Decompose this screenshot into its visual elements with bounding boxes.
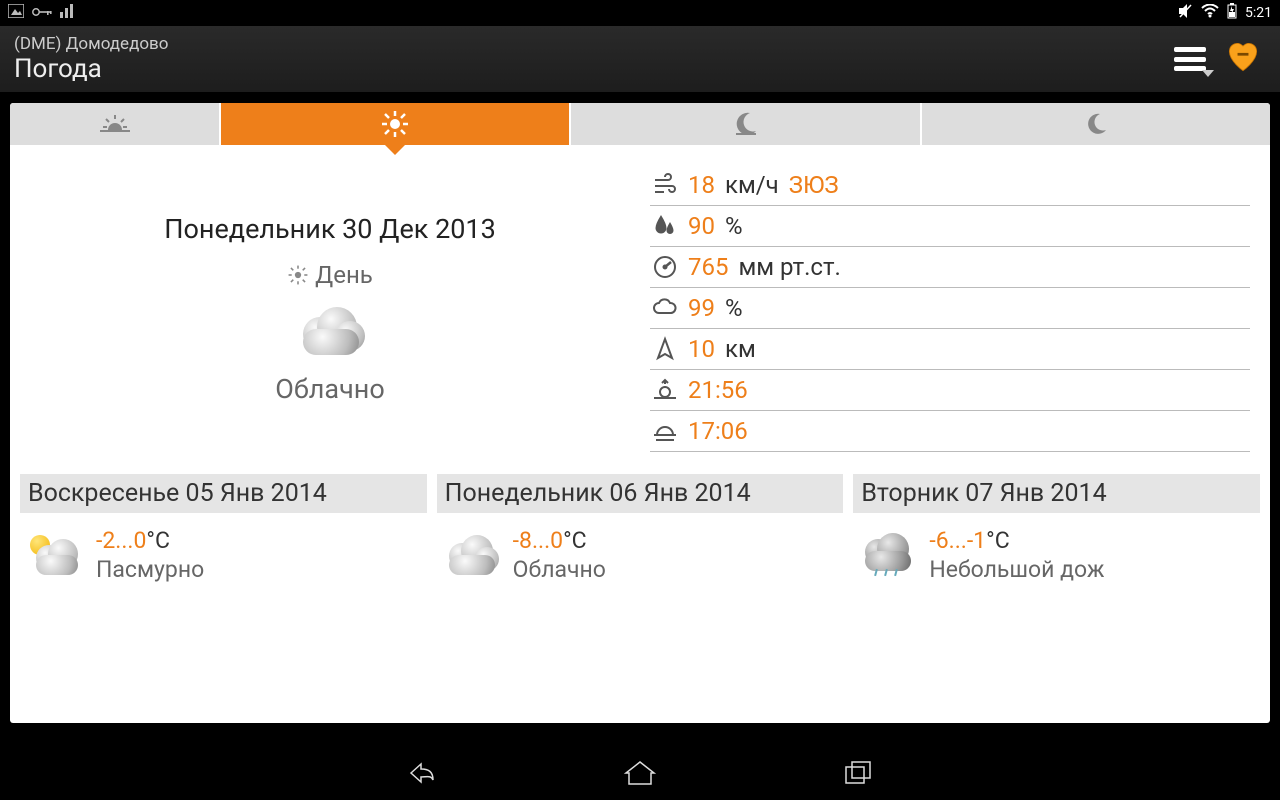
partly-cloudy-icon [26, 533, 82, 577]
forecast-temp: -8...0°C [513, 527, 606, 554]
clouds-value: 99 [688, 294, 715, 322]
detail-sunset: 17:06 [650, 411, 1250, 452]
detail-wind: 18 км/ч ЗЮЗ [650, 165, 1250, 206]
home-button[interactable] [621, 754, 659, 792]
tab-dawn[interactable] [10, 103, 221, 145]
forecast-condition: Небольшой дож [929, 556, 1104, 583]
forecast-temp: -2...0°C [96, 527, 204, 554]
status-right: 5:21 [1177, 3, 1272, 23]
wind-unit: км/ч [725, 171, 779, 199]
weather-details: 18 км/ч ЗЮЗ 90 % 765 мм рт.ст. 99 % [640, 165, 1260, 452]
weather-card: Понедельник 30 Дек 2013 День Облачно 18 … [10, 103, 1270, 723]
forecast-date: Понедельник 06 Янв 2014 [437, 474, 844, 513]
tab-evening[interactable] [571, 103, 921, 145]
back-button[interactable] [403, 754, 441, 792]
forecast-day[interactable]: Воскресенье 05 Янв 2014 -2...0°C Пасмурн… [20, 474, 427, 597]
forecast-temp: -6...-1°C [929, 527, 1104, 554]
favorite-icon[interactable] [1226, 42, 1260, 76]
image-icon [8, 4, 24, 22]
battery-icon [1227, 3, 1237, 23]
app-subtitle: (DME) Домодедово [14, 34, 168, 54]
detail-visibility: 10 км [650, 329, 1250, 370]
status-time: 5:21 [1245, 5, 1272, 21]
recent-apps-button[interactable] [839, 754, 877, 792]
sunset-time: 17:06 [688, 417, 748, 445]
status-left [8, 4, 74, 22]
bars-icon [60, 4, 74, 22]
forecast-condition: Пасмурно [96, 556, 204, 583]
detail-clouds: 99 % [650, 288, 1250, 329]
page-title: Погода [14, 54, 168, 84]
system-nav-bar [0, 746, 1280, 800]
humidity-value: 90 [688, 212, 715, 240]
forecast-row[interactable]: Воскресенье 05 Янв 2014 -2...0°C Пасмурн… [10, 460, 1270, 597]
forecast-date: Воскресенье 05 Янв 2014 [20, 474, 427, 513]
pressure-unit: мм рт.ст. [738, 253, 840, 281]
current-date: Понедельник 30 Дек 2013 [164, 213, 496, 245]
clouds-unit: % [725, 294, 743, 322]
pressure-value: 765 [688, 253, 728, 281]
menu-icon[interactable] [1174, 47, 1206, 71]
wind-dir: ЗЮЗ [789, 171, 839, 199]
status-bar: 5:21 [0, 0, 1280, 26]
mute-icon [1177, 3, 1193, 23]
forecast-condition: Облачно [513, 556, 606, 583]
rain-cloud-icon [859, 533, 915, 577]
current-weather-panel: Понедельник 30 Дек 2013 День Облачно [20, 165, 640, 452]
detail-pressure: 765 мм рт.ст. [650, 247, 1250, 288]
wifi-icon [1201, 4, 1219, 22]
current-period-label: День [315, 261, 373, 289]
current-condition: Облачно [275, 373, 384, 405]
cloud-icon [295, 305, 365, 357]
wind-value: 18 [688, 171, 715, 199]
detail-sunrise: 21:56 [650, 370, 1250, 411]
forecast-date: Вторник 07 Янв 2014 [853, 474, 1260, 513]
forecast-day[interactable]: Понедельник 06 Янв 2014 -8...0°C Облачно [437, 474, 844, 597]
tab-day[interactable] [221, 103, 571, 145]
cloudy-icon [443, 533, 499, 577]
sunrise-time: 21:56 [688, 376, 748, 404]
time-of-day-tabs [10, 103, 1270, 145]
tab-night[interactable] [922, 103, 1270, 145]
current-period: День [287, 261, 373, 289]
detail-humidity: 90 % [650, 206, 1250, 247]
visibility-unit: км [725, 335, 756, 363]
visibility-value: 10 [688, 335, 715, 363]
app-header: (DME) Домодедово Погода [0, 26, 1280, 93]
key-icon [32, 5, 52, 21]
forecast-day[interactable]: Вторник 07 Янв 2014 -6...-1°C Небольшой … [853, 474, 1260, 597]
humidity-unit: % [725, 212, 743, 240]
